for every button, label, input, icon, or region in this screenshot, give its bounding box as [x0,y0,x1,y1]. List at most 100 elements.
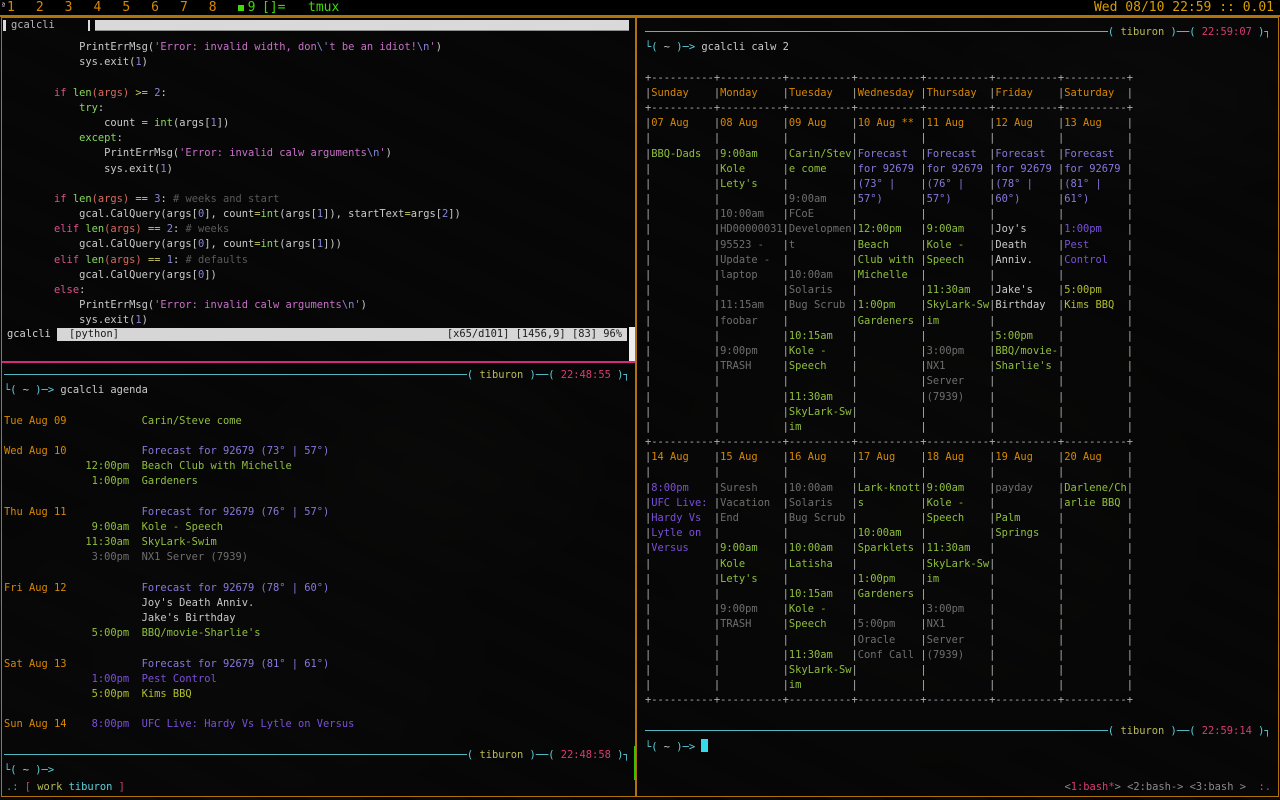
text-segment [4,673,79,685]
text-segment: FCoE [789,208,852,220]
text-segment: UFC Live: Hardy Vs Lytle on Versus [142,718,355,730]
workspace-1[interactable]: 1 [7,0,15,15]
text-segment: Michelle [858,269,921,281]
text-segment: Joy's [995,223,1058,235]
calendar-row: | |11:15am |Bug Scrub |1:00pm |SkyLark-S… [645,298,1271,313]
text-segment [927,664,990,676]
text-segment: elif [54,254,79,266]
calendar-row: | | | | |Server | | | [645,374,1271,389]
workspace-8[interactable]: 8 [209,0,217,15]
text-segment: Joy's Death Anniv. [142,597,255,609]
text-segment [79,415,129,427]
text-segment: Tue Aug 09 [4,415,79,427]
code-line: except: [4,131,461,146]
workspace-2[interactable]: 2 [36,0,44,15]
text-segment: 'Error: invalid calw arguments [179,147,367,159]
text-segment: Speech [927,512,990,524]
text-segment: len [85,254,104,266]
text-segment: \n [417,41,430,53]
text-segment [1064,649,1127,661]
workspace-5[interactable]: 5 [122,0,130,15]
agenda-row: 1:00pm Pest Control [4,672,630,687]
text-segment: Forecast for 92679 (81° | 61°) [142,658,330,670]
code-line: elif len(args) == 1: # defaults [4,253,461,268]
text-segment: tiburon [1120,725,1164,737]
text-segment [4,87,54,99]
text-segment: 5:00pm [1064,284,1127,296]
text-segment: 9:00pm [720,345,783,357]
text-segment [4,475,79,487]
right-shell[interactable]: ────────────────────────────────────────… [645,25,1271,754]
text-segment: for 92679 [995,163,1058,175]
text-segment: Pest [1064,239,1127,251]
text-segment: HD00000031 [720,223,783,235]
text-segment: | [1127,269,1133,281]
workspace-4[interactable]: 4 [93,0,101,15]
text-segment [79,597,129,609]
vim-top-tick-left [3,20,6,31]
text-segment [858,345,921,357]
layout-icon[interactable]: []= [262,0,285,15]
text-segment [720,391,783,403]
vim-code[interactable]: PrintErrMsg('Error: invalid width, don\'… [4,40,461,329]
workspace-9-active[interactable]: 9 [248,0,256,15]
xterm-window-right[interactable]: ────────────────────────────────────────… [636,17,1279,797]
text-segment [1064,588,1127,600]
text-segment [720,527,783,539]
agenda-row [4,490,630,505]
agenda-row: 5:00pm BBQ/movie-Sharlie's [4,626,630,641]
text-segment: == [135,193,148,205]
text-segment [1064,527,1127,539]
text-segment [995,375,1058,387]
text-segment [927,588,990,600]
text-segment: ]) [204,269,217,281]
text-segment: 1:00pm [1064,223,1127,235]
text-segment: tiburon [1120,26,1164,38]
text-segment: Bug Scrub [789,299,852,311]
text-segment: ], count [204,208,254,220]
calendar-row: | |Kole |e come |for 92679 |for 92679 |f… [645,162,1271,177]
scrollbar-thumb[interactable] [629,327,635,363]
code-line: count = int(args[1]) [4,116,461,131]
text-segment: \n [367,147,380,159]
text-segment: Kole - [927,239,990,251]
text-segment [995,132,1058,144]
workspace-3[interactable]: 3 [65,0,73,15]
vim-statusline: gcalcli [python] [x65/d101] [1456,9] [83… [2,327,635,342]
text-segment [651,239,714,251]
text-segment: 1:00pm [858,299,921,311]
calendar-row: | |10:00am |FCoE | | | | | [645,207,1271,222]
text-segment: == [148,223,161,235]
text-segment: (args) [92,87,130,99]
text-segment [129,688,142,700]
text-segment: 22:59:14 [1202,725,1252,737]
pane-split-line[interactable] [2,361,635,363]
text-segment: ( [467,369,480,381]
text-segment: # weeks and start [173,193,279,205]
code-line: if len(args) == 3: # weeks and start [4,192,461,207]
text-segment: ( [467,749,480,761]
xterm-window-left[interactable]: gcalcli PrintErrMsg('Error: invalid widt… [1,17,636,797]
text-segment: | [1127,421,1133,433]
text-segment: 9:00am [720,148,783,160]
text-segment [995,542,1058,554]
agenda-row: Wed Aug 10 Forecast for 92679 (73° | 57°… [4,444,630,459]
calendar-row: | | |11:30am |Conf Call |(7939) | | | [645,648,1271,663]
workspace-6[interactable]: 6 [151,0,159,15]
text-segment: Fri Aug 12 [4,582,79,594]
text-segment [995,649,1058,661]
workspace-7[interactable]: 7 [180,0,188,15]
text-segment: ────────────────────────────────────────… [645,26,1108,38]
code-line: gcal.CalQuery(args[0]) [4,268,461,283]
text-segment: )──( [523,369,561,381]
text-segment: Bug Scrub [789,512,852,524]
text-segment [927,406,990,418]
text-segment [858,391,921,403]
text-segment: : [160,193,173,205]
agenda-row: Fri Aug 12 Forecast for 92679 (78° | 60°… [4,581,630,596]
text-segment: )──( [1164,26,1202,38]
text-segment: 57°) [927,193,990,205]
text-segment [858,360,921,372]
text-segment [927,679,990,691]
left-shell[interactable]: ────────────────────────────────────────… [4,368,630,778]
